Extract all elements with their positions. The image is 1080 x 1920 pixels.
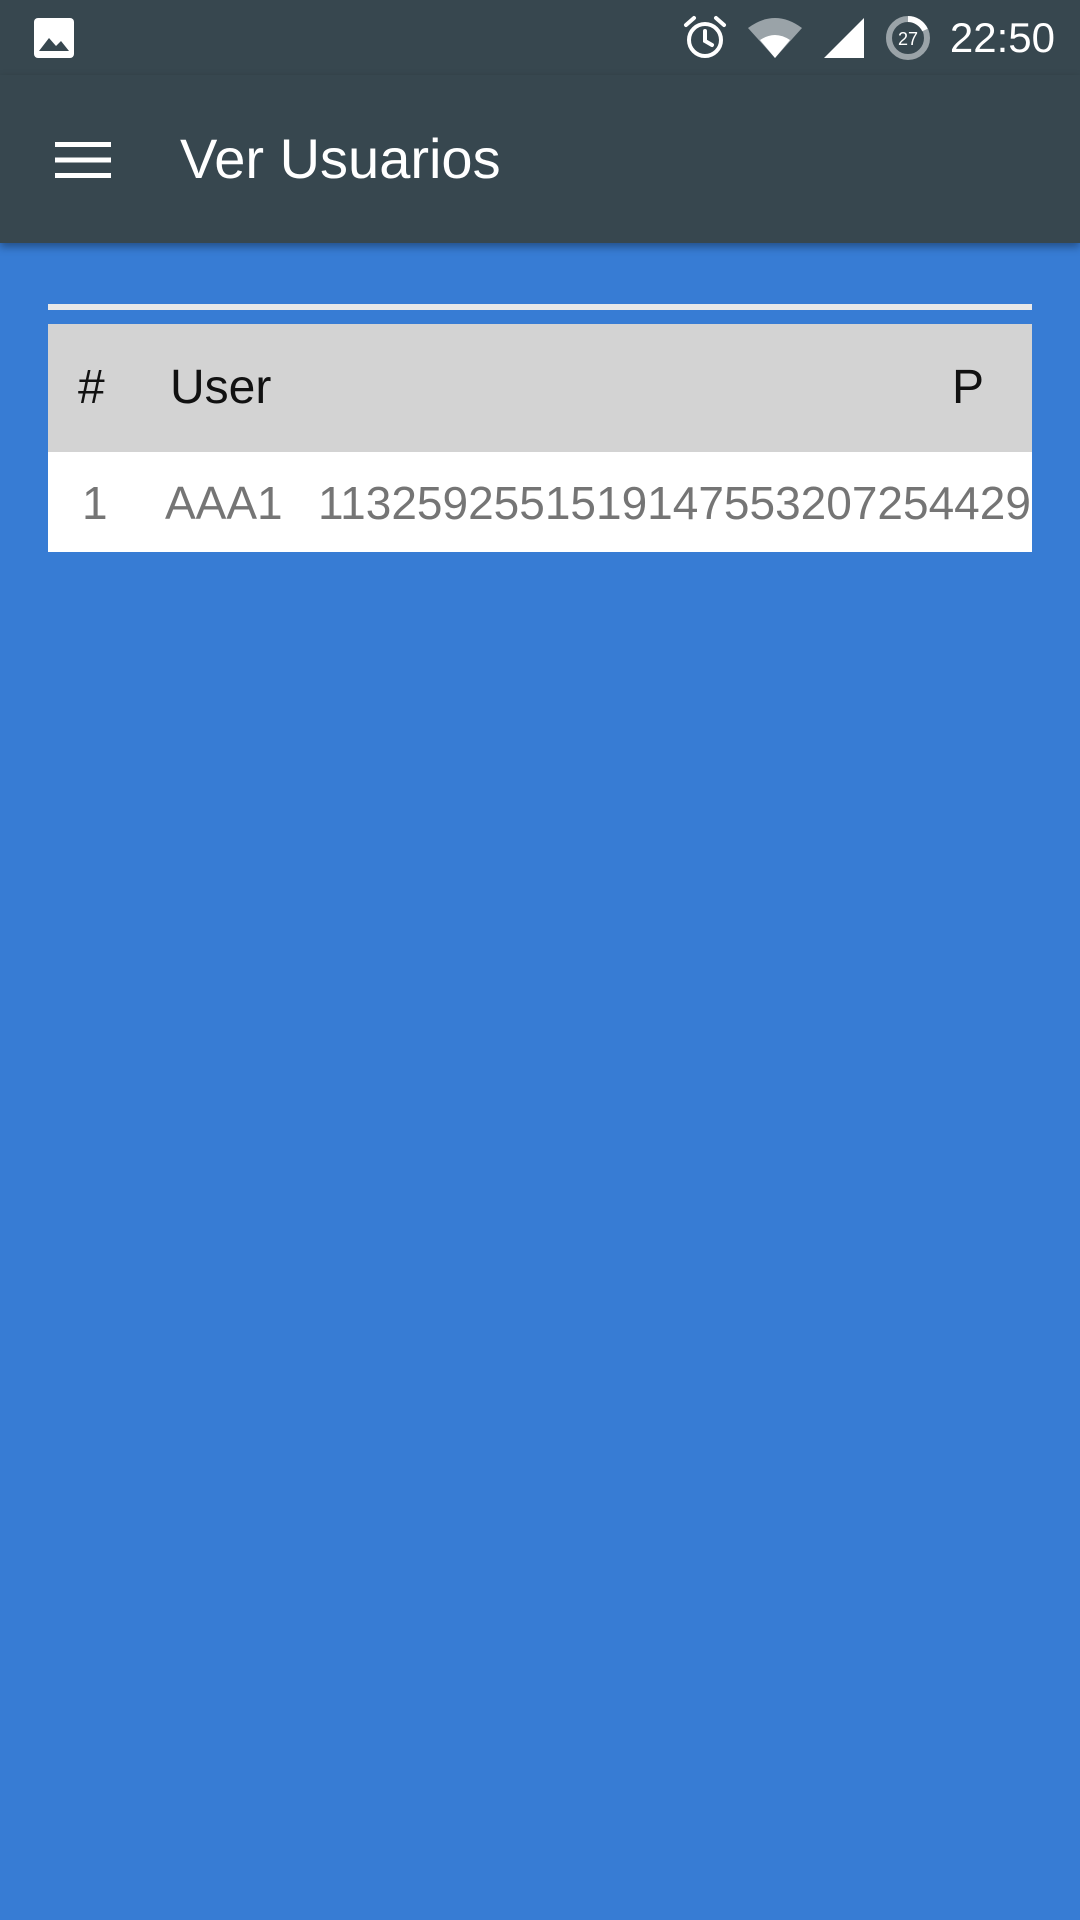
users-table: # User P 1 AAA1 113259255151914755320725… — [48, 324, 1032, 552]
menu-button[interactable] — [40, 117, 126, 203]
image-icon — [34, 18, 74, 58]
data-saver-badge: 27 — [898, 29, 918, 49]
status-bar: 27 22:50 — [0, 0, 1080, 75]
header-user: User — [170, 361, 272, 414]
data-saver-icon: 27 — [885, 16, 930, 60]
header-index: # — [78, 361, 105, 414]
hamburger-menu-icon — [55, 142, 111, 178]
header-password: P — [952, 361, 985, 414]
alarm-icon — [683, 16, 726, 58]
cell-user: AAA1 — [165, 477, 283, 529]
users-panel: # User P 1 AAA1 113259255151914755320725… — [48, 304, 1032, 552]
app-bar: Ver Usuarios — [0, 75, 1080, 243]
divider — [48, 304, 1032, 310]
status-time: 22:50 — [949, 14, 1055, 61]
cell-index: 1 — [82, 477, 108, 529]
table-row[interactable]: 1 AAA1 1132592551519147553207254429 — [48, 452, 1032, 552]
cell-password: 1132592551519147553207254429 — [318, 477, 1031, 529]
wifi-icon — [747, 18, 802, 58]
page-title: Ver Usuarios — [180, 127, 501, 190]
table-header-row: # User P — [48, 324, 1032, 452]
cell-signal-icon — [823, 18, 864, 58]
